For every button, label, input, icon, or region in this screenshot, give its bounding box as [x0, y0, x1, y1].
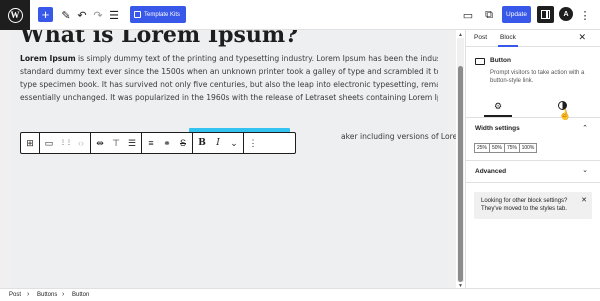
wordpress-logo-icon: W: [7, 7, 23, 23]
template-kits-icon: [134, 11, 141, 18]
sidebar-toggle-icon: [541, 10, 550, 19]
chevron-down-icon[interactable]: ⌄: [229, 133, 239, 153]
button-block-icon: [475, 58, 485, 65]
paragraph-line-text: is simply dummy text of the printing and…: [75, 54, 438, 63]
redo-button[interactable]: ↷: [92, 6, 104, 24]
move-arrows-icon[interactable]: ‹›: [76, 133, 86, 153]
chevron-down-icon[interactable]: ⌄: [582, 166, 588, 174]
strikethrough-icon[interactable]: S: [178, 133, 188, 153]
more-vertical-icon: ⋮: [579, 9, 591, 22]
tools-button[interactable]: ✎: [60, 6, 72, 24]
justify-center-icon[interactable]: ⇹: [95, 133, 105, 153]
width-option-25[interactable]: 25%: [474, 143, 490, 153]
panel-divider: [466, 160, 600, 161]
paragraph-bold-text: Lorem Ipsum: [20, 54, 76, 63]
block-title: Button: [490, 57, 511, 64]
width-options: 25% 50% 75% 100%: [474, 143, 537, 153]
block-description: Prompt visitors to take action with a bu…: [490, 70, 585, 84]
toolbar-group-block: ▭ ⋮⋮ ‹›: [40, 133, 91, 153]
toolbar-group-parent: ⊞: [21, 133, 40, 153]
paragraph-line: essentially unchanged. It was popularize…: [20, 93, 438, 102]
tab-block[interactable]: Block: [498, 34, 518, 47]
breadcrumb-item-buttons[interactable]: Buttons: [37, 292, 57, 298]
template-kits-label: Template Kits: [144, 11, 181, 18]
editor-top-toolbar: W + ✎ ↶ ↷ ☰ Template Kits ▭ ⧉ Update A ⋮: [0, 0, 600, 30]
breadcrumb: Post › Buttons › Button: [0, 288, 600, 301]
paragraph-line: Lorem Ipsum is simply dummy text of the …: [20, 52, 438, 65]
styles-moved-notice: Looking for other block settings? They'v…: [474, 192, 592, 219]
block-toolbar: ⊞ ▭ ⋮⋮ ‹› ⇹ ⊤ ☰ ≡ ⚭ S B I ⌄ ⋮: [20, 132, 296, 154]
link-icon[interactable]: ⚭: [162, 133, 172, 153]
toolbar-group-layout: ⇹ ⊤ ☰: [91, 133, 142, 153]
update-button[interactable]: Update: [502, 6, 531, 23]
breadcrumb-item-button[interactable]: Button: [72, 292, 89, 298]
post-heading[interactable]: What is Lorem Ipsum?: [20, 30, 298, 48]
paragraph-line-tail: aker including versions of Lorem Ipsum.: [341, 132, 456, 141]
italic-icon[interactable]: I: [213, 133, 223, 153]
undo-button[interactable]: ↶: [76, 6, 88, 24]
canvas-scrollbar-thumb[interactable]: [458, 66, 463, 282]
width-icon[interactable]: ☰: [127, 133, 137, 153]
settings-toggle-button[interactable]: [537, 6, 554, 23]
hand-cursor-icon: ☝: [557, 108, 573, 123]
wordpress-logo[interactable]: W: [0, 0, 30, 30]
more-options-icon[interactable]: ⋮: [248, 133, 258, 153]
plus-icon: +: [41, 7, 50, 22]
align-top-icon[interactable]: ⊤: [111, 133, 121, 153]
block-inspector-tabs: ⚙ ☝: [466, 96, 600, 122]
preview-button[interactable]: ▭: [462, 6, 474, 24]
list-view-button[interactable]: ☰: [108, 6, 120, 24]
astra-settings-button[interactable]: A: [559, 7, 573, 21]
post-paragraph[interactable]: Lorem Ipsum is simply dummy text of the …: [20, 52, 456, 141]
sidebar-tabs: Post Block ✕: [466, 30, 600, 47]
astra-logo-icon: A: [563, 10, 569, 18]
paragraph-line: standard dummy text ever since the 1500s…: [20, 67, 438, 76]
list-view-icon: ☰: [109, 9, 119, 22]
block-type-icon[interactable]: ⊞: [25, 133, 35, 153]
drag-handle-icon[interactable]: ⋮⋮: [60, 133, 72, 153]
gear-icon[interactable]: ⚙: [483, 101, 513, 117]
width-option-75[interactable]: 75%: [504, 143, 520, 153]
tab-post[interactable]: Post: [474, 34, 487, 41]
advanced-heading[interactable]: Advanced: [475, 168, 506, 175]
undo-icon: ↶: [77, 9, 87, 22]
breadcrumb-item-post[interactable]: Post: [9, 292, 21, 298]
bold-icon[interactable]: B: [197, 133, 207, 153]
template-kits-button[interactable]: Template Kits: [130, 6, 186, 23]
toolbar-group-more: ⋮: [244, 133, 262, 153]
width-option-50[interactable]: 50%: [489, 143, 505, 153]
pen-icon: ✎: [61, 9, 71, 22]
panel-divider: [466, 182, 600, 183]
toolbar-group-text: ≡ ⚭ S: [142, 133, 193, 153]
toolbar-group-format: B I ⌄: [193, 133, 244, 153]
scroll-up-arrow-icon[interactable]: ▲: [458, 32, 463, 38]
breadcrumb-separator: ›: [27, 291, 30, 298]
redo-icon: ↷: [93, 9, 103, 22]
close-icon[interactable]: ✕: [581, 196, 587, 204]
external-link-icon: ⧉: [485, 8, 493, 21]
close-sidebar-icon[interactable]: ✕: [578, 32, 586, 43]
paragraph-line: type specimen book. It has survived not …: [20, 80, 438, 89]
add-block-button[interactable]: +: [38, 7, 53, 22]
desktop-preview-icon: ▭: [462, 9, 474, 22]
notice-text: Looking for other block settings? They'v…: [481, 198, 568, 212]
options-menu-button[interactable]: ⋮: [579, 6, 591, 24]
chevron-up-icon[interactable]: ⌃: [582, 124, 588, 132]
button-block-icon[interactable]: ▭: [44, 133, 54, 153]
editor-canvas: What is Lorem Ipsum? Lorem Ipsum is simp…: [0, 30, 456, 288]
align-left-icon[interactable]: ≡: [146, 133, 156, 153]
settings-sidebar: Post Block ✕ Button Prompt visitors to t…: [465, 30, 600, 288]
width-settings-heading[interactable]: Width settings: [475, 125, 520, 132]
view-post-button[interactable]: ⧉: [483, 6, 495, 24]
breadcrumb-separator: ›: [62, 291, 65, 298]
width-option-100[interactable]: 100%: [519, 143, 537, 153]
post-content: What is Lorem Ipsum? Lorem Ipsum is simp…: [11, 30, 456, 288]
